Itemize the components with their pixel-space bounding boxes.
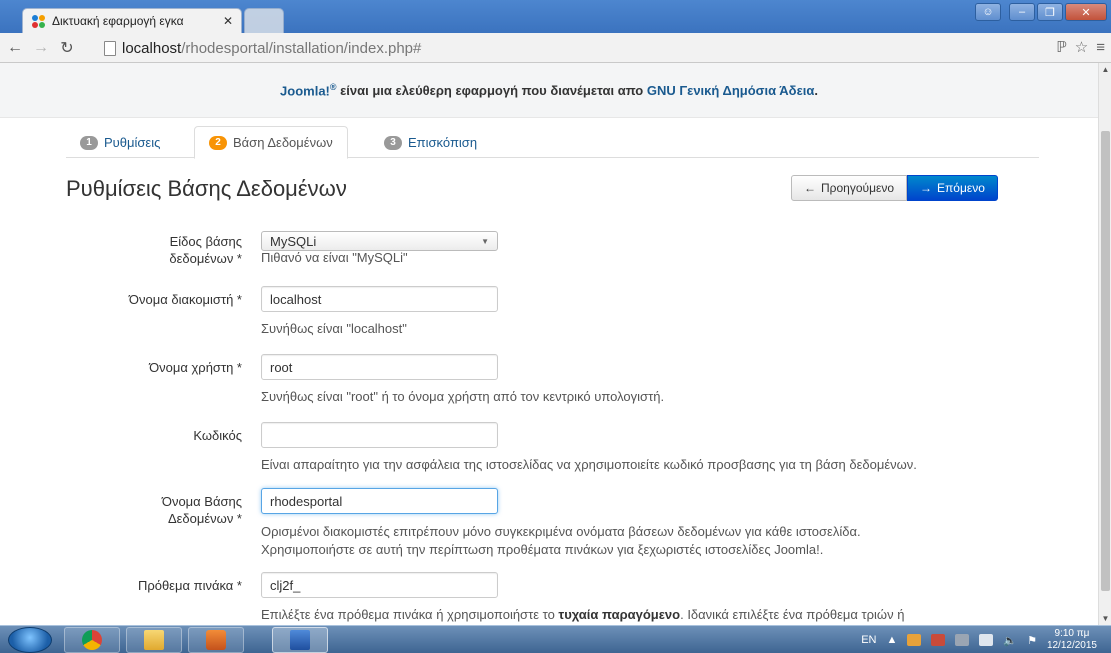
db-type-value: MySQLi bbox=[270, 233, 317, 249]
password-input[interactable] bbox=[261, 422, 498, 448]
volume-icon[interactable]: 🔈 bbox=[1003, 634, 1017, 647]
arrow-left-icon: ← bbox=[804, 181, 816, 195]
windows-taskbar: EN ▲ 🔈 ⚑ 9:10 πμ 12/12/2015 bbox=[0, 625, 1111, 653]
page-viewport: Joomla!® είναι μια ελεύθερη εφαρμογή που… bbox=[0, 63, 1098, 625]
tray-device-icon[interactable] bbox=[955, 634, 970, 646]
db-name-input[interactable]: rhodesportal bbox=[261, 488, 498, 514]
url-path: /rhodesportal/installation/index.php# bbox=[181, 39, 422, 57]
tray-app-icon[interactable] bbox=[907, 634, 922, 646]
scroll-up-icon[interactable]: ▲ bbox=[1099, 63, 1111, 76]
tab-overview[interactable]: 3 Επισκόπιση bbox=[370, 126, 491, 159]
tab-label: Επισκόπιση bbox=[408, 135, 478, 150]
folder-icon bbox=[144, 630, 164, 650]
browser-tab-title: Δικτυακή εφαρμογή εγκα bbox=[52, 14, 184, 28]
network-icon[interactable] bbox=[979, 634, 994, 646]
joomla-brand-link[interactable]: Joomla!® bbox=[280, 82, 336, 98]
step-badge: 1 bbox=[80, 135, 98, 150]
taskbar-explorer[interactable] bbox=[126, 627, 182, 653]
host-input[interactable]: localhost bbox=[261, 286, 498, 312]
gnu-license-link[interactable]: GNU Γενική Δημόσια Άδεια bbox=[647, 83, 815, 98]
tab-settings[interactable]: 1 Ρυθμίσεις bbox=[66, 126, 174, 159]
back-button[interactable]: ← bbox=[4, 37, 26, 59]
navigation-buttons: ← Προηγούμενο → Επόμενο bbox=[791, 175, 998, 201]
step-badge: 3 bbox=[384, 135, 402, 150]
previous-button[interactable]: ← Προηγούμενο bbox=[791, 175, 908, 201]
previous-button-label: Προηγούμενο bbox=[821, 181, 895, 195]
browser-toolbar: ← → ↻ localhost/rhodesportal/installatio… bbox=[0, 33, 1111, 63]
joomla-favicon-icon bbox=[31, 14, 46, 29]
browser-tab-active[interactable]: Δικτυακή εφαρμογή εγκα ✕ bbox=[22, 8, 242, 33]
page-icon bbox=[104, 40, 116, 56]
chrome-icon bbox=[82, 630, 102, 650]
wizard-tabs: 1 Ρυθμίσεις 2 Βάση Δεδομένων 3 Επισκόπισ… bbox=[66, 126, 1039, 159]
prefix-input[interactable]: clj2f_ bbox=[261, 572, 498, 598]
prefix-label: Πρόθεμα πινάκα * bbox=[137, 578, 242, 593]
chevron-down-icon: ▼ bbox=[481, 236, 489, 246]
maximize-button[interactable]: ❐ bbox=[1037, 3, 1063, 21]
media-player-icon bbox=[206, 630, 226, 650]
host-help: Συνήθως είναι "localhost" bbox=[261, 321, 407, 336]
db-type-select[interactable]: MySQLi ▼ bbox=[261, 231, 498, 251]
arrow-right-icon: → bbox=[920, 181, 933, 195]
license-banner: Joomla!® είναι μια ελεύθερη εφαρμογή που… bbox=[0, 63, 1098, 118]
prefix-help: Επιλέξτε ένα πρόθεμα πινάκα ή χρησιμοποι… bbox=[261, 607, 905, 622]
taskbar-chrome[interactable] bbox=[64, 627, 120, 653]
host-label: Όνομα διακομιστή * bbox=[128, 292, 242, 307]
banner-dot: . bbox=[814, 82, 818, 98]
user-help: Συνήθως είναι "root" ή το όνομα χρήστη α… bbox=[261, 389, 665, 404]
step-badge: 2 bbox=[209, 135, 227, 150]
tray-expand-icon[interactable]: ▲ bbox=[886, 634, 897, 646]
extension-icon[interactable]: ℙ bbox=[1056, 38, 1067, 56]
word-icon bbox=[290, 630, 310, 650]
next-button-label: Επόμενο bbox=[937, 181, 985, 195]
password-label: Κωδικός bbox=[193, 428, 242, 443]
db-type-help: Πιθανό να είναι "MySQLi" bbox=[261, 250, 408, 265]
bookmark-star-icon[interactable]: ☆ bbox=[1075, 38, 1088, 56]
scroll-down-icon[interactable]: ▼ bbox=[1099, 612, 1111, 625]
tab-label: Ρυθμίσεις bbox=[104, 135, 161, 150]
window-controls: ☺ – ❐ ✕ bbox=[975, 3, 1107, 21]
tab-database[interactable]: 2 Βάση Δεδομένων bbox=[194, 126, 348, 159]
new-tab-button[interactable] bbox=[244, 8, 284, 33]
forward-button[interactable]: → bbox=[30, 37, 52, 59]
tab-label: Βάση Δεδομένων bbox=[233, 135, 333, 150]
flag-icon[interactable]: ⚑ bbox=[1027, 634, 1037, 647]
user-icon[interactable]: ☺ bbox=[975, 3, 1001, 21]
close-window-button[interactable]: ✕ bbox=[1065, 3, 1107, 21]
page-title: Ρυθμίσεις Βάσης Δεδομένων bbox=[66, 176, 347, 201]
taskbar-word[interactable] bbox=[272, 627, 328, 653]
scroll-thumb[interactable] bbox=[1101, 131, 1110, 591]
browser-tab-strip: Δικτυακή εφαρμογή εγκα ✕ ☺ – ❐ ✕ bbox=[0, 0, 1111, 33]
tray-security-icon[interactable] bbox=[931, 634, 946, 646]
minimize-button[interactable]: – bbox=[1009, 3, 1035, 21]
password-help: Είναι απαραίτητο για την ασφάλεια της ισ… bbox=[261, 457, 917, 472]
user-label: Όνομα χρήστη * bbox=[149, 360, 242, 375]
banner-text: είναι μια ελεύθερη εφαρμογή που διανέμετ… bbox=[336, 82, 647, 98]
address-bar[interactable]: localhost/rhodesportal/installation/inde… bbox=[104, 36, 1034, 60]
db-name-label: Όνομα Βάσης Δεδομένων * bbox=[161, 494, 242, 526]
system-tray: EN ▲ 🔈 ⚑ 9:10 πμ 12/12/2015 bbox=[861, 626, 1111, 653]
reload-button[interactable]: ↻ bbox=[56, 37, 78, 59]
menu-icon[interactable]: ≡ bbox=[1096, 39, 1105, 56]
next-button[interactable]: → Επόμενο bbox=[907, 175, 998, 201]
start-button[interactable] bbox=[8, 627, 52, 653]
user-input[interactable]: root bbox=[261, 354, 498, 380]
db-type-label: Είδος βάσης δεδομένων * bbox=[169, 234, 242, 266]
tab-close-icon[interactable]: ✕ bbox=[223, 14, 233, 28]
db-name-help: Ορισμένοι διακομιστές επιτρέπουν μόνο συ… bbox=[261, 524, 861, 557]
page-scrollbar[interactable]: ▲ ▼ bbox=[1098, 63, 1111, 625]
toolbar-right: ℙ ☆ ≡ bbox=[1056, 38, 1105, 57]
clock[interactable]: 9:10 πμ 12/12/2015 bbox=[1047, 628, 1097, 652]
url-host: localhost bbox=[122, 39, 182, 57]
taskbar-media[interactable] bbox=[188, 627, 244, 653]
language-indicator[interactable]: EN bbox=[861, 634, 876, 646]
